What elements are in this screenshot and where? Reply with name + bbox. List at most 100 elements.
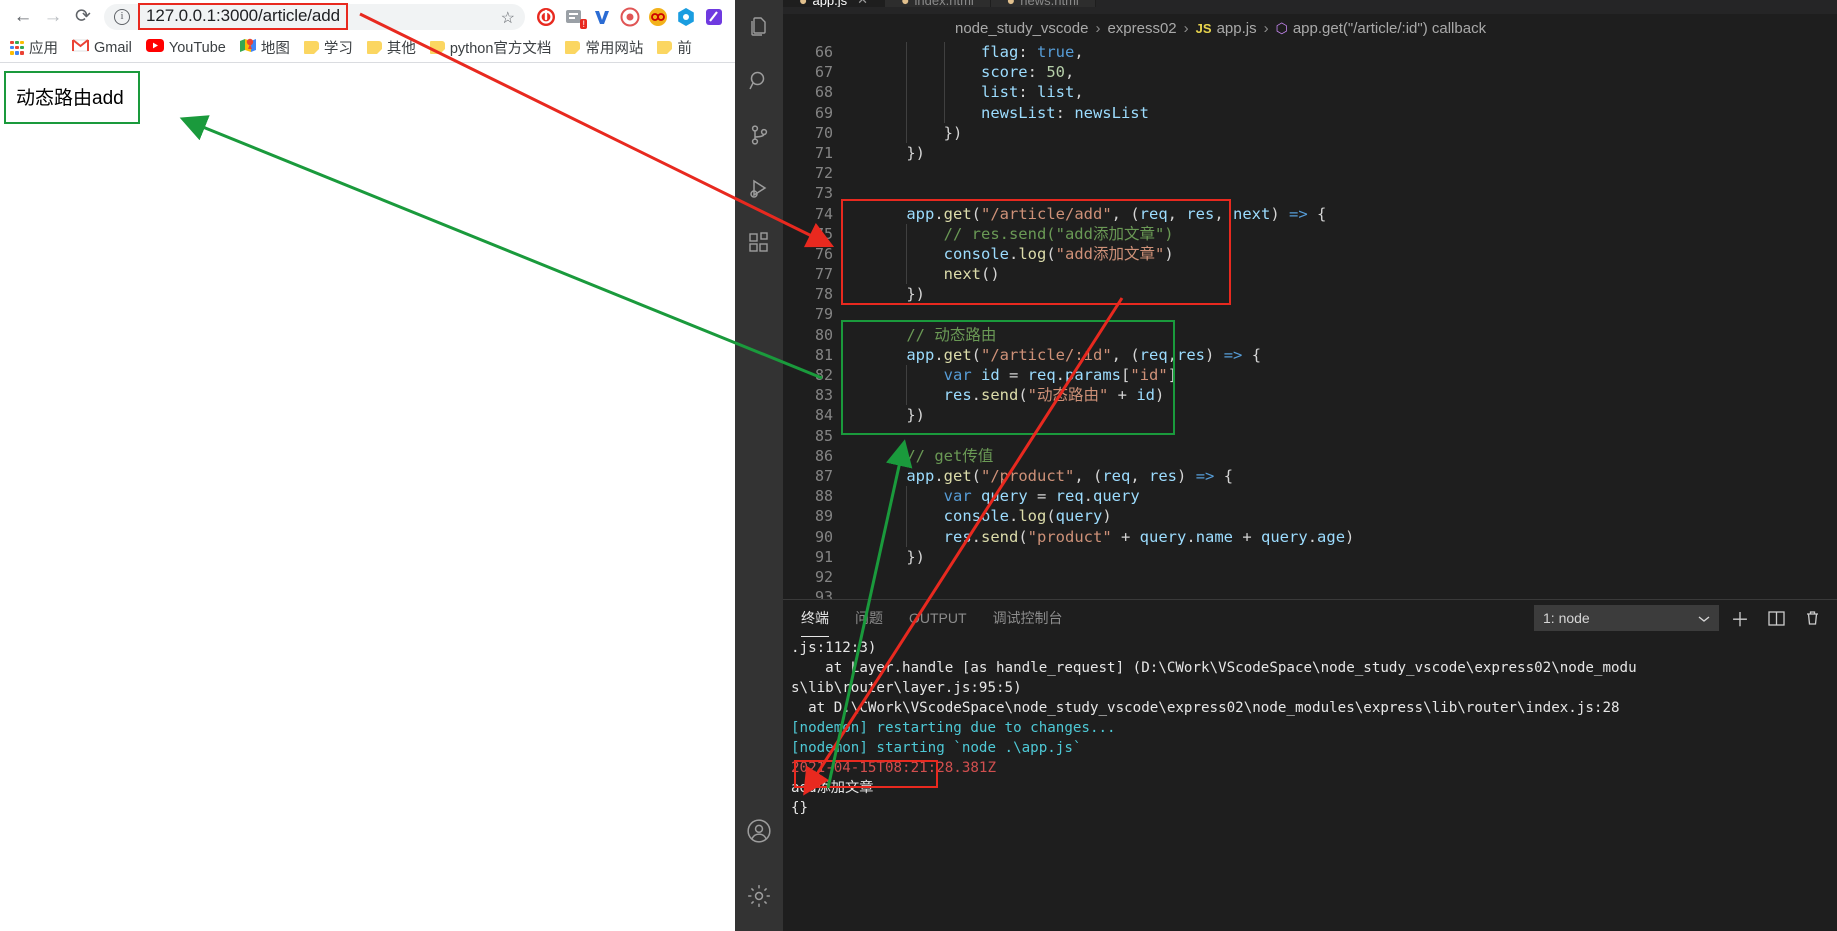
vscode-window: ● app.js ✕ ● index.html ● news.html node… [735, 0, 1837, 931]
code-text: }) [906, 406, 925, 425]
code-text: res.send("product" + query.name + query.… [851, 526, 1837, 547]
code-text: next() [851, 264, 1837, 285]
indent-guide [906, 526, 908, 547]
line-number: 74 [814, 204, 833, 223]
browser-window: ← → ⟳ i 127.0.0.1:3000/article/add ☆ ! 应… [0, 0, 735, 931]
code-text: score: 50, [851, 62, 1837, 83]
close-icon[interactable]: ✕ [857, 0, 868, 7]
indent-guide [906, 102, 908, 123]
bookmark-label: 常用网站 [585, 41, 644, 57]
infinity-extension-icon[interactable] [645, 4, 671, 30]
adblock-extension-icon[interactable] [533, 4, 559, 30]
youtube-icon [145, 39, 164, 56]
bookmark-folder-python-docs[interactable]: python官方文档 [429, 37, 551, 58]
speed-extension-icon[interactable] [617, 4, 643, 30]
bookmark-gmail[interactable]: Gmail [72, 39, 132, 56]
bookmark-folder-common-sites[interactable]: 常用网站 [565, 37, 643, 58]
folder-icon [565, 41, 581, 54]
line-number: 77 [814, 265, 833, 284]
breadcrumb-separator-icon: › [1183, 19, 1189, 37]
bookmark-maps[interactable]: 地图 [239, 37, 290, 58]
code-text: list: list, [851, 82, 1837, 103]
translate-extension-icon[interactable]: ! [561, 4, 587, 30]
source-control-icon[interactable] [735, 108, 783, 162]
blue-hex-extension-icon[interactable] [673, 4, 699, 30]
line-number: 70 [814, 123, 833, 142]
bookmark-label: Gmail [94, 39, 132, 56]
terminal-output[interactable]: .js:112:3) at Layer.handle [as handle_re… [783, 638, 1837, 931]
code-text: }) [906, 285, 925, 304]
breadcrumb-item-symbol[interactable]: app.get("/article/:id") callback [1293, 20, 1486, 37]
bookmark-youtube[interactable]: YouTube [145, 39, 226, 56]
tab-problems[interactable]: 问题 [855, 608, 883, 630]
tab-debug-console[interactable]: 调试控制台 [993, 608, 1063, 630]
search-icon[interactable] [735, 54, 783, 108]
code-line: 70 }) [783, 122, 1837, 143]
line-number: 88 [814, 487, 833, 506]
reload-button[interactable]: ⟳ [68, 2, 98, 32]
site-info-icon[interactable]: i [114, 8, 130, 25]
bookmark-folder-other[interactable]: 其他 [366, 37, 416, 58]
code-line: 86 // get传值 [783, 446, 1837, 466]
explorer-files-icon[interactable] [735, 0, 783, 54]
terminal-line: [nodemon] starting `node .\app.js` [791, 740, 1082, 756]
bookmark-apps[interactable]: 应用 [10, 37, 58, 58]
breadcrumb-item-file[interactable]: app.js [1217, 20, 1257, 37]
line-number: 68 [814, 83, 833, 102]
accounts-icon[interactable] [735, 801, 783, 861]
tab-app-js[interactable]: ● app.js ✕ [783, 0, 886, 7]
tab-output[interactable]: OUTPUT [909, 610, 967, 628]
line-number: 85 [814, 426, 833, 445]
bookmark-star-icon[interactable]: ☆ [501, 8, 515, 28]
maps-icon [239, 38, 256, 57]
run-and-debug-icon[interactable] [735, 162, 783, 216]
line-number: 81 [814, 345, 833, 364]
bookmark-folder-study[interactable]: 学习 [303, 37, 353, 58]
bookmark-folder-front[interactable]: 前 [657, 37, 692, 58]
gmail-icon [72, 39, 89, 56]
breadcrumb-item-subfolder[interactable]: express02 [1107, 20, 1176, 37]
line-number: 90 [814, 527, 833, 546]
panel-actions: 1: node ＋ [1534, 604, 1827, 632]
tab-news-html[interactable]: ● news.html [990, 0, 1096, 7]
vimium-extension-icon[interactable] [589, 4, 615, 30]
line-number: 71 [814, 143, 833, 162]
terminal-selector[interactable]: 1: node [1534, 605, 1719, 631]
code-line: 88 var query = req.query [783, 486, 1837, 507]
forward-button[interactable]: → [38, 2, 68, 32]
extensions-icon[interactable] [735, 216, 783, 270]
address-bar[interactable]: i 127.0.0.1:3000/article/add ☆ [104, 3, 525, 30]
bookmark-label: 地图 [260, 41, 290, 57]
folder-icon [366, 41, 382, 54]
bookmark-label: 学习 [323, 41, 353, 57]
terminal-line: s\lib\router\layer.js:95:5) [791, 680, 1022, 696]
code-editor[interactable]: 66 flag: true, 67 score: 50, 68 list: list… [783, 42, 1837, 599]
bottom-panel: 终端 问题 OUTPUT 调试控制台 1: node ＋ .js:112:3) … [783, 599, 1837, 931]
breadcrumb-item-folder[interactable]: node_study_vscode [955, 20, 1088, 37]
bookmark-label: YouTube [168, 39, 226, 56]
code-line: 78 }) [783, 284, 1837, 304]
back-button[interactable]: ← [8, 2, 38, 32]
split-terminal-button[interactable] [1761, 604, 1791, 632]
tab-index-html[interactable]: ● index.html [885, 0, 991, 7]
code-line: 93 [783, 587, 1837, 599]
code-line: 76 console.log("add添加文章") [783, 243, 1837, 265]
code-text: // res.send("add添加文章") [851, 223, 1837, 244]
panel-tabs: 终端 问题 OUTPUT 调试控制台 1: node ＋ [783, 600, 1837, 638]
settings-gear-icon[interactable] [735, 861, 783, 931]
terminal-line: 2021-04-15T08:21:28.381Z [791, 760, 996, 776]
code-text: var id = req.params["id"] [851, 365, 1837, 386]
new-terminal-button[interactable]: ＋ [1725, 604, 1755, 632]
breadcrumb-separator-icon: › [1263, 19, 1269, 37]
terminal-line: at D:\CWork\VScodeSpace\node_study_vscod… [791, 700, 1620, 716]
code-line: 80 // 动态路由 [783, 325, 1837, 345]
indent-guide [906, 506, 908, 527]
kill-terminal-button[interactable] [1797, 604, 1827, 632]
purple-extension-icon[interactable] [701, 4, 727, 30]
indent-guide [906, 243, 908, 265]
tab-terminal[interactable]: 终端 [801, 608, 829, 637]
url-text[interactable]: 127.0.0.1:3000/article/add [138, 3, 348, 30]
js-file-icon: JS [1195, 20, 1212, 36]
